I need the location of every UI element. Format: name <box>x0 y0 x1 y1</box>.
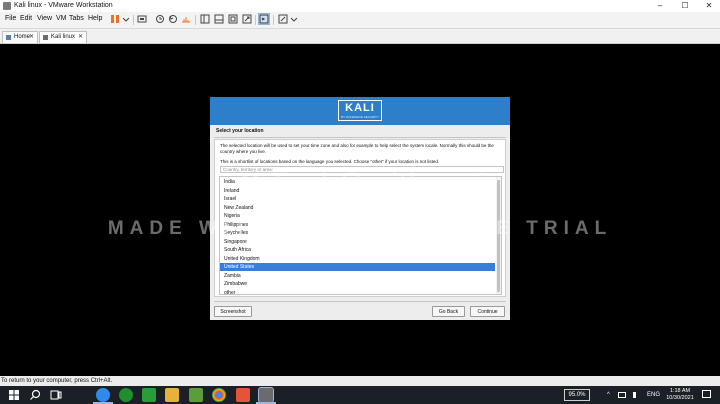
windows-start-icon[interactable] <box>6 387 22 403</box>
divider <box>214 137 506 138</box>
toolbar-separator <box>195 15 196 25</box>
unity-icon[interactable] <box>242 14 252 24</box>
language-indicator[interactable]: ENG <box>647 390 660 400</box>
close-tab-icon[interactable]: ✕ <box>78 32 83 43</box>
camtasia-editor-icon[interactable] <box>189 388 203 402</box>
send-keys-icon[interactable] <box>137 14 147 24</box>
watermark-trademark: ® <box>478 168 484 175</box>
watermark-banner: MADE WITH CAMTASIA FREE TRIAL <box>107 218 613 239</box>
maximize-button[interactable]: ☐ <box>673 0 697 12</box>
chrome-icon[interactable] <box>212 388 226 402</box>
vmware-icon[interactable] <box>258 387 274 403</box>
windows-taskbar <box>0 386 720 404</box>
network-icon[interactable] <box>618 392 626 398</box>
menu-vm[interactable]: VM <box>56 12 67 26</box>
list-item[interactable]: Zimbabwe <box>220 280 495 288</box>
tab-label: Home <box>14 34 31 40</box>
tab-bar: Home ✕ Kali linux ✕ <box>0 29 720 44</box>
close-button[interactable]: ✕ <box>697 0 720 12</box>
dialog-heading: Select your location <box>216 128 264 134</box>
menu-view[interactable]: View <box>37 12 52 26</box>
camtasia-recorder-icon[interactable] <box>236 388 250 402</box>
list-item[interactable]: South Africa <box>220 246 495 254</box>
continue-button[interactable]: Continue <box>470 306 505 317</box>
home-icon <box>6 35 11 40</box>
stretch-icon[interactable] <box>278 14 288 24</box>
list-item[interactable]: New Zealand <box>220 204 495 212</box>
volume-icon[interactable] <box>633 392 639 398</box>
snapshot-icon[interactable] <box>155 14 165 24</box>
tray-overflow-icon[interactable]: ^ <box>607 390 610 400</box>
list-item[interactable]: other <box>220 289 495 295</box>
list-item[interactable]: Zambia <box>220 272 495 280</box>
go-back-button[interactable]: Go Back <box>432 306 465 317</box>
fullscreen-icon[interactable] <box>228 14 238 24</box>
close-tab-icon[interactable]: ✕ <box>29 32 34 43</box>
shortlist-paragraph: This is a shortlist of locations based o… <box>220 159 440 164</box>
dropdown-icon[interactable] <box>289 14 299 24</box>
file-explorer-icon[interactable] <box>165 388 179 402</box>
search-icon[interactable] <box>27 387 43 403</box>
vmware-app-icon <box>3 2 11 10</box>
revert-snapshot-icon[interactable] <box>168 14 178 24</box>
toolbar-separator <box>133 15 134 25</box>
divider <box>214 301 506 302</box>
task-view-icon[interactable] <box>48 387 64 403</box>
status-message: To return to your computer, press Ctrl+A… <box>1 378 113 384</box>
tab-home[interactable]: Home ✕ <box>2 31 38 43</box>
camtasia-icon[interactable] <box>142 388 156 402</box>
tab-label: Kali linux <box>51 34 76 40</box>
teamviewer-icon[interactable] <box>96 388 110 402</box>
kali-brand-text: KALI <box>345 102 375 114</box>
watermark-brand: TechSmith <box>268 166 427 204</box>
status-bar: To return to your computer, press Ctrl+A… <box>0 376 720 386</box>
installer-window: KALI BY OFFENSIVE SECURITY Select your l… <box>210 97 510 320</box>
vm-icon <box>43 35 48 40</box>
dropdown-icon[interactable] <box>121 14 131 24</box>
kali-banner: KALI BY OFFENSIVE SECURITY <box>210 97 510 125</box>
snapshot-manager-icon[interactable] <box>181 14 191 24</box>
menu-file[interactable]: File <box>5 12 16 26</box>
thumbnail-icon[interactable] <box>214 14 224 24</box>
menu-help[interactable]: Help <box>88 12 102 26</box>
window-title: Kali linux - VMware Workstation <box>14 2 113 9</box>
menu-bar: File Edit View VM Tabs Help <box>0 12 720 29</box>
window-title-bar: Kali linux - VMware Workstation – ☐ ✕ <box>0 0 720 12</box>
toolbar-separator <box>255 15 256 25</box>
kali-tagline: BY OFFENSIVE SECURITY <box>341 115 379 119</box>
xbox-icon[interactable] <box>119 388 133 402</box>
pause-icon[interactable] <box>110 14 120 24</box>
clock-time[interactable]: 1:18 AM <box>668 388 692 395</box>
toolbar-separator <box>273 15 274 25</box>
menu-edit[interactable]: Edit <box>20 12 32 26</box>
description-paragraph: The selected location will be used to se… <box>220 143 494 154</box>
kali-logo: KALI BY OFFENSIVE SECURITY <box>338 100 382 121</box>
tab-kali-linux[interactable]: Kali linux ✕ <box>39 31 87 43</box>
techsmith-logo-icon <box>239 170 261 192</box>
list-item-selected[interactable]: United States <box>220 263 495 271</box>
minimize-button[interactable]: – <box>648 0 672 12</box>
zoom-level-indicator[interactable]: 95.0% <box>564 389 590 401</box>
notification-icon[interactable] <box>702 390 711 398</box>
menu-tabs[interactable]: Tabs <box>69 12 84 26</box>
list-item[interactable]: United Kingdom <box>220 255 495 263</box>
console-icon[interactable] <box>258 13 270 25</box>
clock-date[interactable]: 10/30/2021 <box>664 395 696 402</box>
library-view-icon[interactable] <box>200 14 210 24</box>
screenshot-button[interactable]: Screenshot <box>214 306 252 317</box>
